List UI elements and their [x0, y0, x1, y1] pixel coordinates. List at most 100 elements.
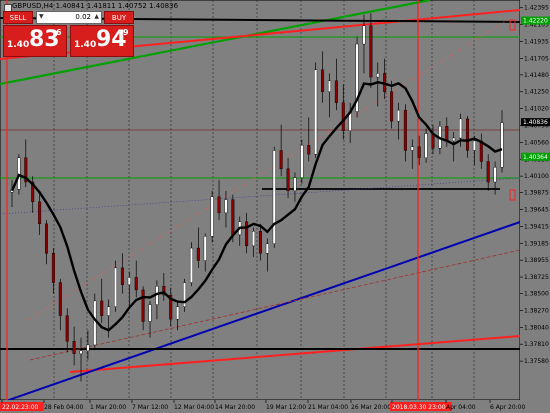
- candle-body: [321, 69, 325, 92]
- price-tick-label: 1.37810: [524, 341, 549, 348]
- candle-body: [203, 236, 207, 261]
- price-tick-label: 1.42395: [524, 5, 549, 12]
- candle-body: [500, 122, 504, 168]
- candle-body: [459, 118, 463, 139]
- time-tick-label: Apr 04:00: [446, 404, 476, 411]
- sell-price-panel[interactable]: 1.40 83 6: [3, 25, 67, 57]
- blue-dotted-line[interactable]: [0, 177, 521, 215]
- price-tick-label: 1.41705: [524, 55, 549, 62]
- price-tick-label: 1.39645: [524, 207, 549, 214]
- candle-body: [258, 230, 262, 254]
- buy-price-panel[interactable]: 1.40 94 9: [70, 25, 134, 57]
- candle-body: [231, 199, 235, 236]
- candle-body: [327, 80, 331, 92]
- trendlines[interactable]: [0, 0, 521, 404]
- brown-dashed-channel[interactable]: [29, 249, 521, 361]
- plot-frame: [0, 0, 521, 401]
- price-tick-label: 1.39415: [524, 223, 549, 230]
- candle-body: [100, 300, 104, 316]
- candle-body: [176, 306, 180, 320]
- candle-body: [86, 344, 90, 352]
- candle-body: [93, 300, 97, 346]
- candle-body: [79, 350, 83, 354]
- candle-body: [334, 80, 338, 103]
- price-tick-label: 1.41935: [524, 38, 549, 45]
- price-chart[interactable]: 1.42395 1.42165 1.41935 1.41705 1.41480 1.412…: [0, 0, 550, 413]
- candle-body: [417, 146, 421, 158]
- price-tick-label: 1.41480: [524, 72, 549, 79]
- chart-canvas[interactable]: 1.423951.421651.419351.417051.414801.412…: [0, 0, 550, 413]
- sell-button[interactable]: SELL: [3, 11, 33, 24]
- price-tag-label: 1.42220: [523, 18, 548, 25]
- price-tick-label: 1.40100: [524, 173, 549, 180]
- candle-body: [72, 341, 76, 354]
- time-tick-label: 22.02.23:00: [2, 404, 39, 411]
- candle-body: [362, 25, 366, 45]
- candle-body: [245, 221, 249, 247]
- alert-marker-icon[interactable]: [509, 189, 516, 201]
- price-tick-label: 1.39185: [524, 240, 549, 247]
- time-tick-label: 6 Apr 20:00: [490, 404, 525, 411]
- candle-body: [252, 230, 256, 247]
- candle-body: [410, 146, 414, 151]
- candle-body: [369, 25, 373, 78]
- candle-body: [300, 145, 304, 178]
- time-tick-label: 14 Mar 20:00: [215, 404, 255, 411]
- buy-price-pipette: 9: [123, 28, 129, 37]
- candle-body: [403, 109, 407, 151]
- time-tick-label: 26 Mar 20:00: [351, 404, 391, 411]
- candle-body: [65, 315, 69, 342]
- price-tag-label: 1.40836: [523, 119, 548, 126]
- candle-body: [38, 201, 42, 225]
- candle-body: [424, 133, 428, 158]
- candle-body: [58, 282, 62, 316]
- candle-body: [210, 196, 214, 237]
- candle-body: [127, 277, 131, 285]
- candle-body: [486, 161, 490, 183]
- candle-body: [120, 267, 124, 285]
- price-tick-label: 1.38270: [524, 307, 549, 314]
- candle-body: [217, 196, 221, 214]
- candle-body: [286, 168, 290, 192]
- buy-price-prefix: 1.40: [74, 40, 97, 50]
- candle-body: [107, 306, 111, 316]
- candle-body: [465, 118, 469, 151]
- lot-size-value[interactable]: 0.02: [75, 13, 91, 21]
- grid-lines: [0, 0, 521, 401]
- candle-body: [272, 150, 276, 244]
- candle-body: [307, 145, 311, 155]
- price-axis[interactable]: 1.423951.421651.419351.417051.414801.412…: [520, 0, 550, 413]
- candle-body: [265, 243, 269, 254]
- candle-body: [293, 177, 297, 192]
- candle-body: [196, 247, 200, 261]
- lot-size-field[interactable]: ▼ 0.02 ▲: [36, 11, 102, 24]
- time-tick-label: 7 Mar 12:00: [132, 404, 168, 411]
- price-tag-label: 1.40364: [523, 154, 548, 161]
- sell-price-prefix: 1.40: [7, 40, 30, 50]
- lot-decrease-icon[interactable]: ▼: [39, 13, 44, 20]
- time-axis[interactable]: 22.02.23:00 28 Feb 04:00 1 Mar 20:00 7 Mar …: [0, 400, 525, 413]
- candle-body: [396, 109, 400, 122]
- candle-body: [493, 167, 497, 183]
- candle-body: [141, 289, 145, 322]
- lot-increase-icon[interactable]: ▲: [94, 13, 99, 20]
- candle-body: [445, 126, 449, 142]
- price-tick-label: 1.40560: [524, 139, 549, 146]
- candle-body: [279, 150, 283, 170]
- time-tick-label: 2018.03.30 23:00: [392, 404, 446, 411]
- candle-body: [452, 137, 456, 142]
- candle-body: [134, 277, 138, 291]
- candle-body: [17, 157, 21, 190]
- price-tick-label: 1.38040: [524, 324, 549, 331]
- candle-body: [114, 267, 118, 307]
- price-tick-label: 1.41020: [524, 106, 549, 113]
- buy-button[interactable]: BUY: [104, 11, 134, 24]
- candle-body: [376, 73, 380, 78]
- time-tick-label: 21 Mar 04:00: [308, 404, 348, 411]
- price-tick-label: 1.41250: [524, 89, 549, 96]
- candle-body: [314, 69, 318, 155]
- candle-body: [341, 102, 345, 131]
- price-tick-label: 1.37580: [524, 358, 549, 365]
- time-tick-label: 19 Mar 12:00: [266, 404, 306, 411]
- red-lower-trendline[interactable]: [69, 335, 521, 373]
